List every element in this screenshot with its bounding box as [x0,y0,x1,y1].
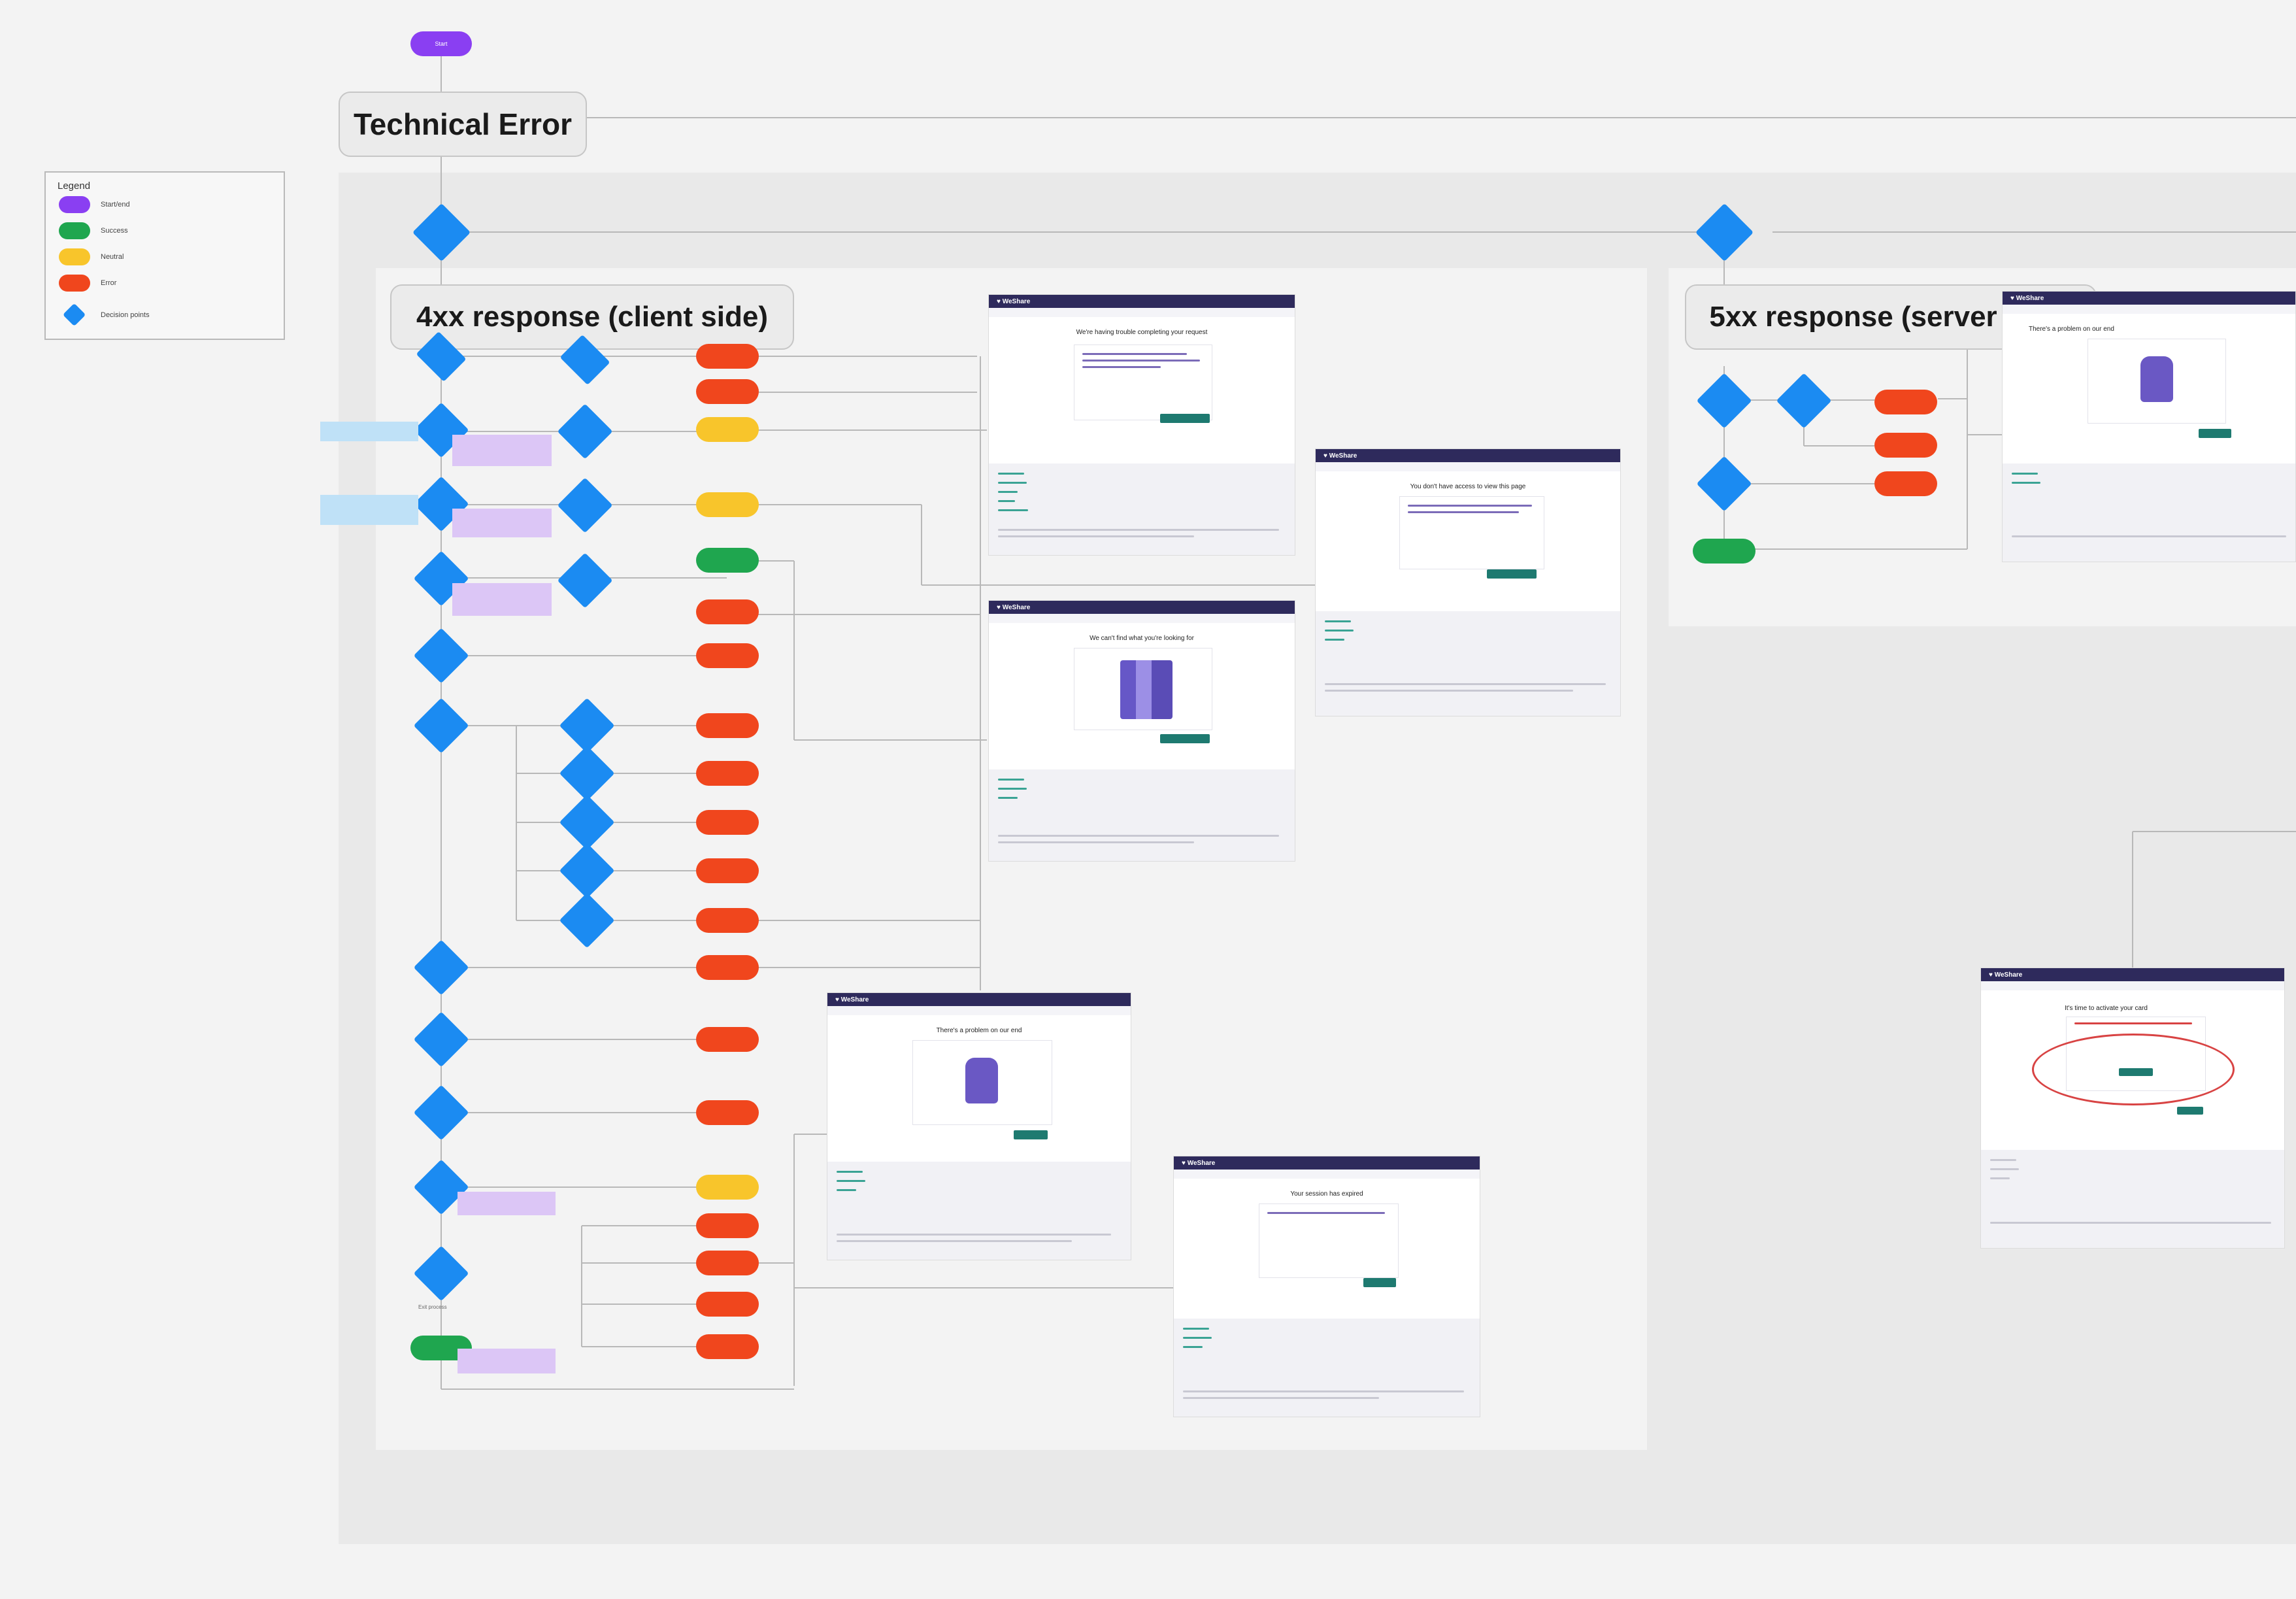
sticky-note [320,422,418,441]
screen-thumbnail-5: ♥ WeShare Your session has expired [1173,1156,1480,1417]
screen-heading: There's a problem on our end [2029,326,2114,333]
neutral-outcome [696,1175,759,1200]
sticky-note [452,435,552,466]
legend-item-neutral: Neutral [59,248,124,265]
legend-swatch-success [59,222,90,239]
decision-node [559,843,615,899]
screen-heading: It's time to activate your card [2065,1005,2148,1012]
screen-thumbnail-4: ♥ WeShare There's a problem on our end [827,992,1131,1260]
technical-error-title-text: Technical Error [353,107,573,141]
decision-node [413,1245,469,1302]
success-outcome [1693,539,1755,564]
decision-node [413,628,469,684]
error-outcome [696,1027,759,1052]
decision-node [413,698,469,754]
legend-item-success: Success [59,222,128,239]
robot-illustration-icon [2140,356,2173,402]
legend-panel: Legend Start/end Success Neutral Error D… [44,171,285,340]
success-outcome [696,548,759,573]
screen-heading: There's a problem on our end [936,1027,1022,1034]
decision-node [1696,456,1752,512]
error-outcome [696,713,759,738]
decision-node [413,939,469,996]
error-outcome [696,599,759,624]
screen-nav-bar: ♥ WeShare [989,601,1295,614]
exit-process-label: Exit process [418,1304,447,1310]
screen-heading: We're having trouble completing your req… [1076,329,1208,336]
legend-swatch-neutral [59,248,90,265]
legend-label-decision: Decision points [101,311,150,319]
flowchart-canvas: Start Technical Error Legend Start/end S… [0,0,2296,1599]
error-outcome [696,643,759,668]
screen-thumbnail-7: ♥ WeShare It's time to activate your car… [1980,968,2285,1249]
legend-item-decision: Decision points [63,303,150,327]
decision-node [557,477,613,533]
decision-node [1776,373,1832,429]
error-outcome [696,379,759,404]
legend-swatch-start [59,196,90,213]
decision-node [557,552,613,609]
legend-item-error: Error [59,275,116,292]
error-outcome [696,1100,759,1125]
legend-label-error: Error [101,279,117,287]
decision-node [559,892,615,949]
screen-thumbnail-2: ♥ WeShare You don't have access to view … [1315,448,1621,716]
decision-node [413,1085,469,1141]
screen-nav-bar: ♥ WeShare [1316,449,1620,462]
sticky-note [458,1349,556,1373]
decision-node [1695,203,1754,261]
technical-error-title: Technical Error [339,92,587,157]
screen-heading: Your session has expired [1290,1190,1363,1198]
sticky-note [320,495,418,525]
error-outcome [696,810,759,835]
screen-nav-bar: ♥ WeShare [827,993,1131,1006]
screen-heading: We can't find what you're looking for [1090,635,1194,642]
screen-nav-bar: ♥ WeShare [2003,292,2295,305]
error-outcome [1874,433,1937,458]
screen-thumbnail-6: ♥ WeShare There's a problem on our end [2002,291,2296,562]
legend-label-start: Start/end [101,201,130,209]
legend-title: Legend [58,180,91,192]
error-outcome [696,344,759,369]
start-node-label: Start [435,41,448,47]
legend-label-neutral: Neutral [101,253,124,261]
highlight-oval [2032,1034,2235,1105]
sticky-note [458,1192,556,1215]
error-outcome [696,1251,759,1275]
error-outcome [696,908,759,933]
sticky-note [452,583,552,616]
error-outcome [696,1292,759,1317]
decision-node [557,403,613,460]
start-node: Start [410,31,472,56]
client-side-title-text: 4xx response (client side) [416,301,768,333]
screen-nav-bar: ♥ WeShare [1981,968,2284,981]
neutral-outcome [696,417,759,442]
screen-thumbnail-1: ♥ WeShare We're having trouble completin… [988,294,1295,556]
error-outcome [1874,390,1937,414]
error-outcome [696,858,759,883]
sticky-note [452,509,552,537]
map-illustration-icon [1120,660,1173,719]
decision-node [557,334,613,385]
error-outcome [696,1334,759,1359]
neutral-outcome [696,492,759,517]
error-outcome [696,761,759,786]
error-outcome [696,1213,759,1238]
decision-node [559,745,615,801]
legend-item-start: Start/end [59,196,130,213]
screen-nav-bar: ♥ WeShare [1174,1156,1480,1170]
error-outcome [1874,471,1937,496]
robot-illustration-icon [965,1058,998,1103]
legend-label-success: Success [101,227,128,235]
decision-node [413,331,469,382]
decision-node [412,203,471,261]
screen-nav-bar: ♥ WeShare [989,295,1295,308]
legend-swatch-decision [63,303,86,327]
error-outcome [696,955,759,980]
decision-node [1696,373,1752,429]
screen-heading: You don't have access to view this page [1410,483,1526,490]
legend-swatch-error [59,275,90,292]
decision-node [413,1011,469,1068]
screen-thumbnail-3: ♥ WeShare We can't find what you're look… [988,600,1295,862]
